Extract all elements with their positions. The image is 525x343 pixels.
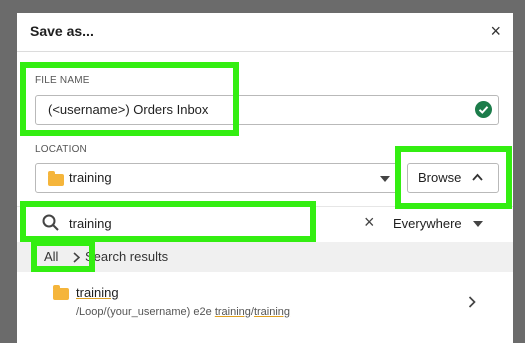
highlight-box [20, 62, 239, 136]
chevron-down-icon [473, 221, 483, 227]
dialog-title: Save as... [30, 23, 94, 39]
folder-icon [48, 171, 64, 186]
highlight-box [395, 146, 512, 209]
dialog-header: Save as... × [17, 13, 513, 52]
result-name: training [76, 285, 119, 300]
highlight-box [31, 240, 95, 272]
result-path-match: training [214, 306, 251, 318]
check-circle-icon [475, 101, 492, 118]
chevron-right-icon [468, 296, 476, 308]
close-icon[interactable]: × [490, 21, 501, 42]
highlight-box [20, 201, 316, 242]
result-path-match: training [253, 306, 291, 318]
scope-select[interactable]: Everywhere [389, 210, 501, 236]
search-result-row[interactable]: training /Loop/(your_username) e2e train… [17, 275, 513, 335]
location-select[interactable]: training [35, 163, 399, 193]
scope-value: Everywhere [393, 216, 462, 231]
breadcrumb-current: Search results [85, 249, 169, 264]
location-label: LOCATION [35, 144, 87, 155]
result-path: /Loop/(your_username) e2e training/train… [76, 306, 290, 318]
chevron-down-icon [380, 176, 390, 182]
clear-search-icon[interactable]: × [364, 212, 375, 233]
folder-icon [53, 285, 69, 300]
location-value: training [69, 170, 112, 185]
result-path-prefix: /Loop/(your_username) e2e [76, 306, 215, 318]
